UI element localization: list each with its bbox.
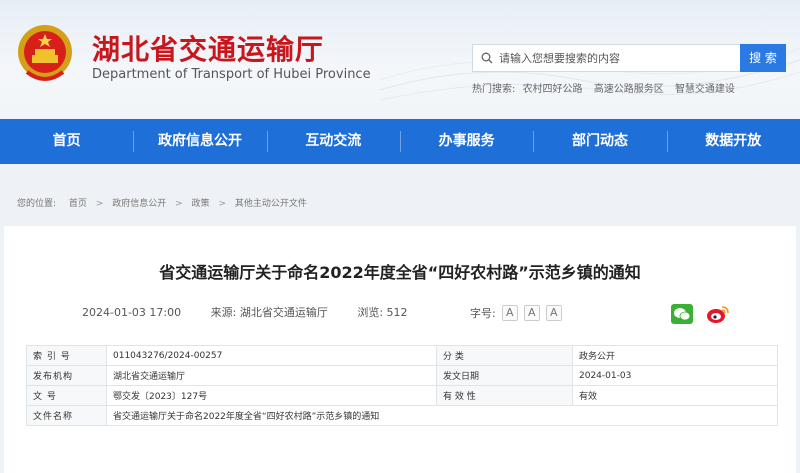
table-row: 文 号 鄂交发〔2023〕127号 有 效 性 有效: [26, 385, 778, 406]
info-key: 有 效 性: [436, 385, 573, 406]
nav-news[interactable]: 部门动态: [533, 119, 666, 164]
article-panel: 省交通运输厅关于命名2022年度全省“四好农村路”示范乡镇的通知 2024-01…: [4, 226, 796, 473]
font-medium-button[interactable]: A: [523, 305, 540, 321]
font-small-button[interactable]: A: [545, 305, 562, 321]
breadcrumb-label: 您的位置:: [17, 199, 57, 209]
search-input[interactable]: [499, 47, 735, 69]
site-header: 湖北省交通运输厅 Department of Transport of Hube…: [0, 0, 800, 119]
info-key: 发布机构: [26, 365, 107, 386]
info-key: 发文日期: [436, 365, 573, 386]
info-value: 鄂交发〔2023〕127号: [106, 385, 437, 406]
hot-search: 热门搜索: 农村四好公路 高速公路服务区 智慧交通建设: [472, 80, 743, 95]
nav-interaction[interactable]: 互动交流: [266, 119, 400, 164]
site-subtitle: Department of Transport of Hubei Provinc…: [92, 67, 371, 82]
hot-search-label: 热门搜索:: [472, 84, 516, 95]
font-size-control: 字号: A A A: [470, 305, 562, 321]
search-button[interactable]: 搜 索: [740, 44, 786, 72]
nav-open-data[interactable]: 数据开放: [666, 119, 800, 164]
article-source: 来源: 湖北省交通运输厅: [210, 306, 328, 319]
search-box: [472, 44, 741, 72]
info-value: 2024-01-03: [572, 365, 778, 386]
info-value: 省交通运输厅关于命名2022年度全省“四好农村路”示范乡镇的通知: [106, 405, 778, 426]
info-key: 分 类: [436, 345, 573, 366]
hot-search-item[interactable]: 高速公路服务区: [594, 84, 664, 95]
table-row: 索 引 号 011043276/2024-00257 分 类 政务公开: [26, 345, 778, 366]
breadcrumb-item[interactable]: 其他主动公开文件: [235, 199, 307, 209]
nav-home[interactable]: 首页: [0, 119, 133, 164]
document-info-table: 索 引 号 011043276/2024-00257 分 类 政务公开 发布机构…: [26, 345, 778, 426]
hot-search-item[interactable]: 智慧交通建设: [675, 84, 735, 95]
wechat-share-icon[interactable]: [671, 304, 693, 324]
breadcrumb-separator: >: [95, 199, 104, 209]
breadcrumb-item[interactable]: 首页: [69, 199, 87, 209]
weibo-share-icon[interactable]: [706, 304, 730, 324]
nav-gov-info[interactable]: 政府信息公开: [133, 119, 266, 164]
publish-date: 2024-01-03 17:00: [82, 306, 182, 319]
font-large-button[interactable]: A: [501, 305, 518, 321]
site-title[interactable]: 湖北省交通运输厅: [92, 28, 324, 68]
info-value: 有效: [572, 385, 778, 406]
info-value: 湖北省交通运输厅: [106, 365, 437, 386]
table-row: 文件名称 省交通运输厅关于命名2022年度全省“四好农村路”示范乡镇的通知: [26, 405, 778, 426]
view-count: 浏览: 512: [357, 306, 408, 319]
breadcrumb-separator: >: [218, 199, 226, 209]
breadcrumb-separator: >: [175, 199, 183, 209]
info-key: 文 号: [26, 385, 107, 406]
breadcrumb: 您的位置: 首页 > 政府信息公开 > 政策 > 其他主动公开文件: [17, 196, 307, 209]
national-emblem-icon: [18, 25, 72, 81]
breadcrumb-item[interactable]: 政策: [192, 199, 210, 209]
search-icon: [481, 52, 493, 64]
info-value: 政务公开: [572, 345, 778, 366]
main-nav: 首页 政府信息公开 互动交流 办事服务 部门动态 数据开放: [0, 119, 800, 164]
nav-services[interactable]: 办事服务: [399, 119, 533, 164]
article-title: 省交通运输厅关于命名2022年度全省“四好农村路”示范乡镇的通知: [159, 263, 641, 282]
font-size-label: 字号:: [470, 307, 496, 320]
info-key: 文件名称: [26, 405, 107, 426]
hot-search-item[interactable]: 农村四好公路: [523, 84, 583, 95]
info-value: 011043276/2024-00257: [106, 345, 437, 366]
info-key: 索 引 号: [26, 345, 107, 366]
breadcrumb-item[interactable]: 政府信息公开: [112, 199, 166, 209]
article-meta: 2024-01-03 17:00 来源: 湖北省交通运输厅 浏览: 512: [82, 304, 434, 320]
table-row: 发布机构 湖北省交通运输厅 发文日期 2024-01-03: [26, 365, 778, 386]
